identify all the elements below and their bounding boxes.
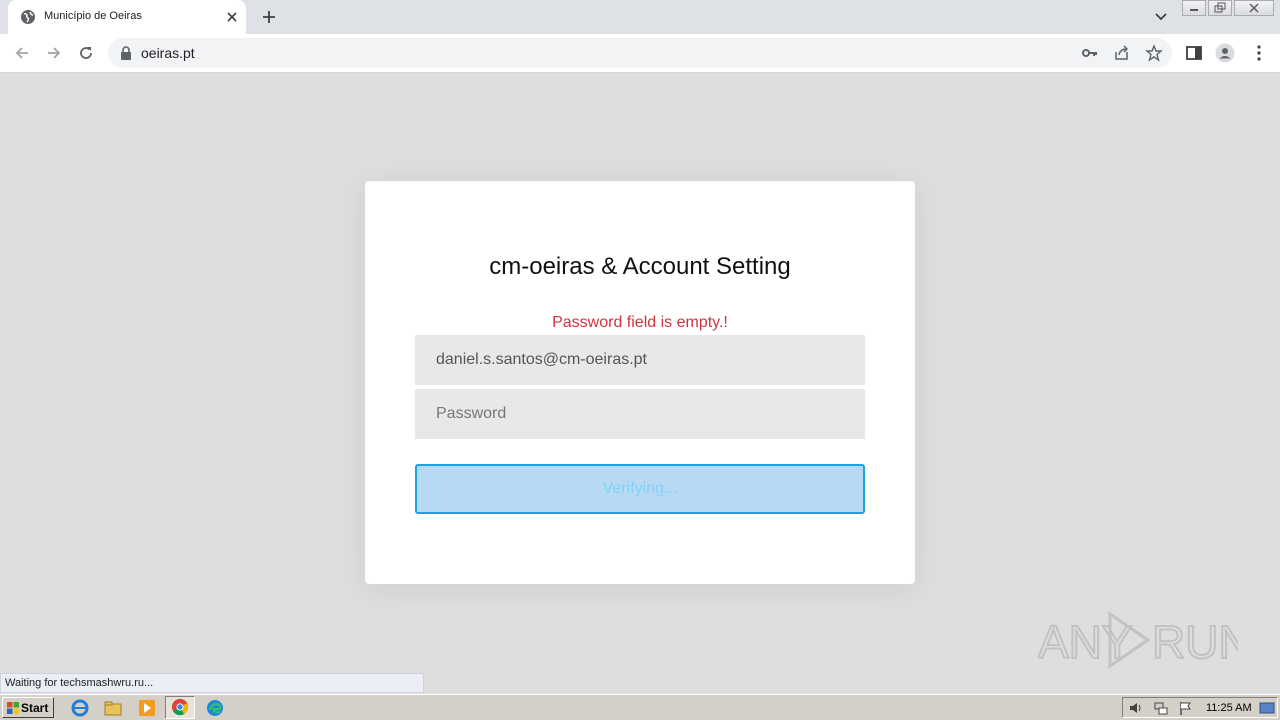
profile-avatar-icon[interactable]: [1215, 43, 1235, 63]
media-player-icon[interactable]: [137, 698, 157, 718]
internet-explorer-icon[interactable]: [70, 698, 90, 718]
clock[interactable]: 11:25 AM: [1206, 702, 1252, 714]
lock-icon[interactable]: [120, 46, 132, 60]
verify-button[interactable]: Verifying...: [415, 464, 865, 514]
edge-icon[interactable]: [205, 698, 225, 718]
restore-button[interactable]: [1208, 0, 1232, 16]
forward-icon[interactable]: [44, 43, 64, 63]
start-label: Start: [21, 701, 49, 715]
window-controls: [1182, 0, 1274, 17]
tab-title: Município de Oeiras: [44, 10, 142, 22]
restore-icon: [1214, 2, 1226, 13]
chrome-taskbar-button[interactable]: [165, 696, 195, 719]
taskbar: Start 11:25 AM: [0, 694, 1280, 720]
status-text: Waiting for techsmashwru.ru...: [5, 677, 154, 689]
login-card: cm-oeiras & Account Setting Password fie…: [365, 181, 915, 584]
email-field[interactable]: [415, 335, 865, 385]
network-icon[interactable]: [1153, 700, 1169, 716]
minimize-icon: [1190, 9, 1198, 11]
tab-search-chevron-icon[interactable]: [1153, 10, 1169, 24]
minimize-button[interactable]: [1182, 0, 1206, 16]
close-window-icon: [1249, 3, 1259, 13]
new-tab-icon[interactable]: [260, 8, 278, 26]
menu-kebab-icon[interactable]: [1249, 43, 1269, 63]
windows-logo-icon: [7, 702, 19, 714]
error-message: Password field is empty.!: [552, 314, 728, 331]
anyrun-watermark-logo: ANY RUN: [1038, 611, 1238, 669]
start-button[interactable]: Start: [2, 697, 54, 718]
close-window-button[interactable]: [1234, 0, 1274, 16]
url-text[interactable]: oeiras.pt: [141, 45, 195, 61]
watermark-text-right: RUN: [1152, 616, 1238, 668]
card-title: cm-oeiras & Account Setting: [489, 253, 791, 280]
browser-toolbar: oeiras.pt: [0, 34, 1280, 73]
back-icon[interactable]: [12, 43, 32, 63]
key-icon[interactable]: [1081, 44, 1099, 62]
show-desktop-icon[interactable]: [1259, 700, 1275, 716]
reload-icon[interactable]: [76, 43, 96, 63]
address-bar[interactable]: oeiras.pt: [108, 38, 1172, 68]
chrome-icon: [171, 698, 189, 716]
tab-strip: Município de Oeiras: [0, 0, 1280, 34]
status-bubble: Waiting for techsmashwru.ru...: [0, 673, 424, 693]
side-panel-icon[interactable]: [1184, 43, 1204, 63]
close-tab-icon[interactable]: [224, 9, 240, 25]
action-center-flag-icon[interactable]: [1178, 700, 1194, 716]
password-field[interactable]: [415, 389, 865, 439]
browser-tab[interactable]: Município de Oeiras: [8, 0, 246, 34]
volume-icon[interactable]: [1128, 700, 1144, 716]
share-icon[interactable]: [1113, 44, 1131, 62]
bookmark-star-icon[interactable]: [1145, 44, 1163, 62]
file-explorer-icon[interactable]: [103, 698, 123, 718]
system-tray: 11:25 AM: [1122, 697, 1278, 718]
globe-icon: [21, 10, 35, 24]
